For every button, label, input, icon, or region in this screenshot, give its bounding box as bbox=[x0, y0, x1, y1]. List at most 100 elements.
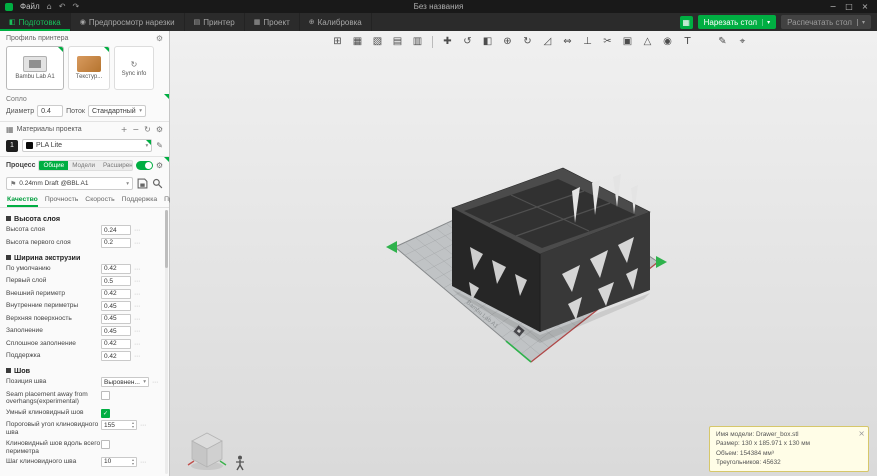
arrange-icon[interactable]: ✚ bbox=[438, 34, 457, 50]
settings-scrollbar[interactable] bbox=[165, 210, 168, 474]
ptab-strength[interactable]: Прочность bbox=[45, 196, 78, 207]
seam-paint-icon[interactable]: ◉ bbox=[658, 34, 677, 50]
auto-orient-icon[interactable]: ↺ bbox=[458, 34, 477, 50]
plate-settings-icon[interactable]: ▥ bbox=[408, 34, 427, 50]
close-button[interactable]: × bbox=[858, 2, 872, 11]
tab-calibration[interactable]: ⊕Калибровка bbox=[300, 13, 372, 31]
setting-value-input[interactable]: 10▴▾ bbox=[101, 457, 137, 467]
process-preset-select[interactable]: ⚑ 0.24mm Draft @BBL A1 ▾ bbox=[6, 177, 133, 190]
process-mode-global[interactable]: Общие bbox=[39, 161, 68, 170]
printer-profile-header: Профиль принтера ⚙ bbox=[0, 31, 169, 44]
sync-filament-icon[interactable]: ↻ bbox=[144, 125, 151, 134]
sync-info-label: Sync info bbox=[122, 71, 147, 77]
slice-button-label: Нарезать стол bbox=[704, 18, 757, 27]
setting-value-input[interactable]: 0.42 bbox=[101, 264, 131, 274]
scale-figure-icon[interactable] bbox=[234, 455, 246, 471]
ptab-quality[interactable]: Качество bbox=[7, 196, 38, 207]
layout-settings-icon[interactable]: ▤ bbox=[388, 34, 407, 50]
tab-label: Подготовка bbox=[19, 18, 61, 27]
scrollbar-thumb[interactable] bbox=[165, 210, 168, 268]
close-icon[interactable]: × bbox=[858, 428, 865, 440]
setting-value-input[interactable]: 0.42 bbox=[101, 289, 131, 299]
rotate-icon[interactable]: ↻ bbox=[518, 34, 537, 50]
add-filament-icon[interactable]: + bbox=[121, 125, 128, 134]
process-mode-objects[interactable]: Модели bbox=[68, 161, 99, 170]
setting-value-input[interactable]: 0.45 bbox=[101, 326, 131, 336]
plate-handle-icon[interactable] bbox=[656, 256, 667, 268]
setting-row: Заполнение0.45⋯ bbox=[6, 326, 157, 337]
flow-select[interactable]: Стандартный ▾ bbox=[88, 105, 146, 117]
cut-icon[interactable]: ✂ bbox=[598, 34, 617, 50]
setting-value-input[interactable]: 0.45 bbox=[101, 314, 131, 324]
filament-slot-number[interactable]: 1 bbox=[6, 140, 18, 152]
ptab-speed[interactable]: Скорость bbox=[85, 196, 114, 207]
build-plate-card[interactable]: Текстур... bbox=[68, 46, 110, 90]
move-icon[interactable]: ⊕ bbox=[498, 34, 517, 50]
setting-value-input[interactable]: 0.5 bbox=[101, 276, 131, 286]
maximize-button[interactable]: □ bbox=[842, 2, 856, 11]
filament-settings-gear-icon[interactable]: ⚙ bbox=[156, 125, 163, 134]
printer-settings-gear-icon[interactable]: ⚙ bbox=[156, 34, 163, 43]
view-cube[interactable] bbox=[184, 425, 230, 471]
ptab-support[interactable]: Поддержка bbox=[122, 196, 157, 207]
edit-filament-icon[interactable]: ✎ bbox=[156, 141, 163, 150]
setting-value-input[interactable]: 0.42 bbox=[101, 351, 131, 361]
spin-down-icon[interactable]: ▾ bbox=[132, 462, 134, 466]
lay-flat-icon[interactable]: ⊥ bbox=[578, 34, 597, 50]
viewport-3d-scene[interactable]: Bambu Lab A1 bbox=[170, 31, 877, 476]
setting-value-input[interactable]: 0.2 bbox=[101, 238, 131, 248]
search-settings-icon[interactable] bbox=[152, 178, 163, 189]
section-bullet-icon bbox=[6, 368, 11, 373]
process-mode-advanced[interactable]: Расширенный bbox=[99, 161, 133, 170]
setting-value-input[interactable]: 0.42 bbox=[101, 339, 131, 349]
setting-checkbox[interactable]: ✓ bbox=[101, 409, 110, 418]
file-menu[interactable]: Файл bbox=[20, 2, 40, 11]
orient-all-icon[interactable]: ▧ bbox=[368, 34, 387, 50]
scale-icon[interactable]: ◿ bbox=[538, 34, 557, 50]
print-dropdown-icon[interactable]: ▾ bbox=[857, 19, 865, 26]
print-plate-button[interactable]: Распечатать стол ▾ bbox=[781, 15, 871, 29]
text-tool-icon[interactable]: T bbox=[678, 34, 697, 50]
spinner-icons[interactable]: ▴▾ bbox=[132, 421, 134, 429]
auto-arrange-icon[interactable]: ▦ bbox=[348, 34, 367, 50]
nozzle-diameter-input[interactable]: 0.4 bbox=[37, 105, 63, 117]
tab-device[interactable]: ▤Принтер bbox=[185, 13, 245, 31]
spin-down-icon[interactable]: ▾ bbox=[132, 425, 134, 429]
slice-dropdown-icon[interactable]: ▾ bbox=[762, 19, 770, 26]
sync-info-card[interactable]: ↻ Sync info bbox=[114, 46, 154, 90]
mirror-icon[interactable]: ⇔ bbox=[558, 34, 577, 50]
process-toggle[interactable] bbox=[136, 161, 153, 170]
setting-row: Верхняя поверхность0.45⋯ bbox=[6, 314, 157, 325]
tab-prepare[interactable]: ◧Подготовка bbox=[0, 13, 71, 31]
setting-value-input[interactable]: 0.24 bbox=[101, 225, 131, 235]
pen-tool-icon[interactable]: ✎ bbox=[713, 34, 732, 50]
process-settings-gear-icon[interactable]: ⚙ bbox=[156, 161, 163, 170]
undo-icon[interactable]: ↶ bbox=[59, 2, 66, 11]
viewport-3d[interactable]: Bambu Lab A1 bbox=[170, 31, 877, 476]
add-plate-icon[interactable]: ⊞ bbox=[328, 34, 347, 50]
setting-value-input[interactable]: 0.45 bbox=[101, 301, 131, 311]
remove-filament-icon[interactable]: − bbox=[132, 125, 139, 134]
slice-plate-button[interactable]: Нарезать стол ▾ bbox=[698, 15, 776, 29]
home-icon[interactable]: ⌂ bbox=[47, 2, 52, 11]
setting-value-input[interactable]: 155▴▾ bbox=[101, 420, 137, 430]
minimize-button[interactable]: − bbox=[826, 2, 840, 11]
redo-icon[interactable]: ↷ bbox=[72, 2, 79, 11]
setting-checkbox[interactable] bbox=[101, 440, 110, 449]
plate-handle-icon[interactable] bbox=[386, 241, 397, 253]
clone-icon[interactable]: ▣ bbox=[618, 34, 637, 50]
spinner-icons[interactable]: ▴▾ bbox=[132, 458, 134, 466]
tab-preview[interactable]: ◉Предпросмотр нарезки bbox=[71, 13, 185, 31]
save-preset-icon[interactable] bbox=[137, 178, 148, 189]
setting-select[interactable]: Выровнен...▾ bbox=[101, 377, 149, 387]
project-tab-icon: ▦ bbox=[254, 18, 261, 26]
printer-card[interactable]: Bambu Lab A1 bbox=[6, 46, 64, 90]
tab-project[interactable]: ▦Проект bbox=[245, 13, 300, 31]
materials-actions: + − ↻ ⚙ bbox=[121, 125, 163, 134]
measure-icon[interactable]: ⌖ bbox=[733, 34, 752, 50]
support-paint-icon[interactable]: △ bbox=[638, 34, 657, 50]
split-object-icon[interactable]: ◧ bbox=[478, 34, 497, 50]
setting-checkbox[interactable] bbox=[101, 391, 110, 400]
filament-name: PLA Lite bbox=[36, 142, 62, 149]
filament-select[interactable]: PLA Lite ▾ bbox=[22, 139, 152, 152]
